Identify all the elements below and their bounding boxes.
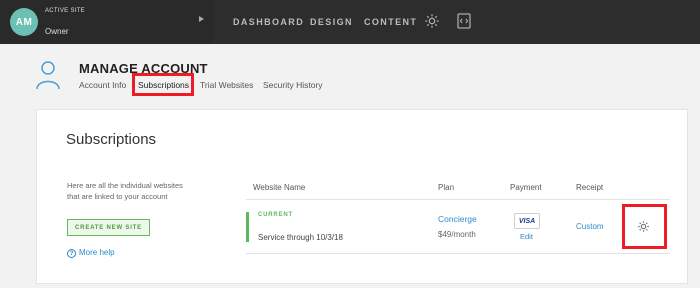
section-title: Subscriptions [66,131,157,148]
top-nav-bar: AM ACTIVE SITE Owner DASHBOARD DESIGN CO… [0,0,700,44]
tab-trial-websites[interactable]: Trial Websites [200,80,253,90]
more-help-link[interactable]: More help [79,248,115,257]
column-header-payment: Payment [510,183,542,192]
tab-security-history[interactable]: Security History [263,80,323,90]
nav-design[interactable]: DESIGN [310,17,353,27]
plan-name-link[interactable]: Concierge [438,214,477,224]
code-editor-icon[interactable] [457,13,471,29]
table-header-divider [246,199,670,200]
nav-dashboard[interactable]: DASHBOARD [233,17,304,27]
status-badge: CURRENT [258,212,293,218]
nav-content[interactable]: CONTENT [364,17,417,27]
tab-highlight-box [132,73,194,96]
column-header-plan: Plan [438,183,455,192]
plan-price: $49/month [438,230,476,239]
site-switcher[interactable]: AM ACTIVE SITE Owner [0,0,213,44]
intro-text: Here are all the individual websites tha… [67,181,183,201]
visa-card-icon: VISA [514,213,540,229]
role-label: Owner [45,27,69,36]
settings-highlight-box [622,204,667,249]
edit-payment-link[interactable]: Edit [520,232,533,241]
service-through-text: Service through 10/3/18 [258,233,343,242]
avatar[interactable]: AM [10,8,38,36]
receipt-link[interactable]: Custom [576,222,604,231]
column-header-website-name: Website Name [253,183,306,192]
help-icon[interactable]: ? [67,249,76,258]
status-indicator-bar [246,212,249,242]
expand-arrow-icon[interactable] [199,16,204,22]
create-new-site-button[interactable]: CREATE NEW SITE [67,219,150,236]
tab-account-info[interactable]: Account Info [79,80,126,90]
settings-gear-icon[interactable] [424,13,440,29]
table-row-divider [246,253,670,254]
active-site-label: ACTIVE SITE [45,8,85,14]
user-account-icon [36,61,60,90]
column-header-receipt: Receipt [576,183,604,192]
